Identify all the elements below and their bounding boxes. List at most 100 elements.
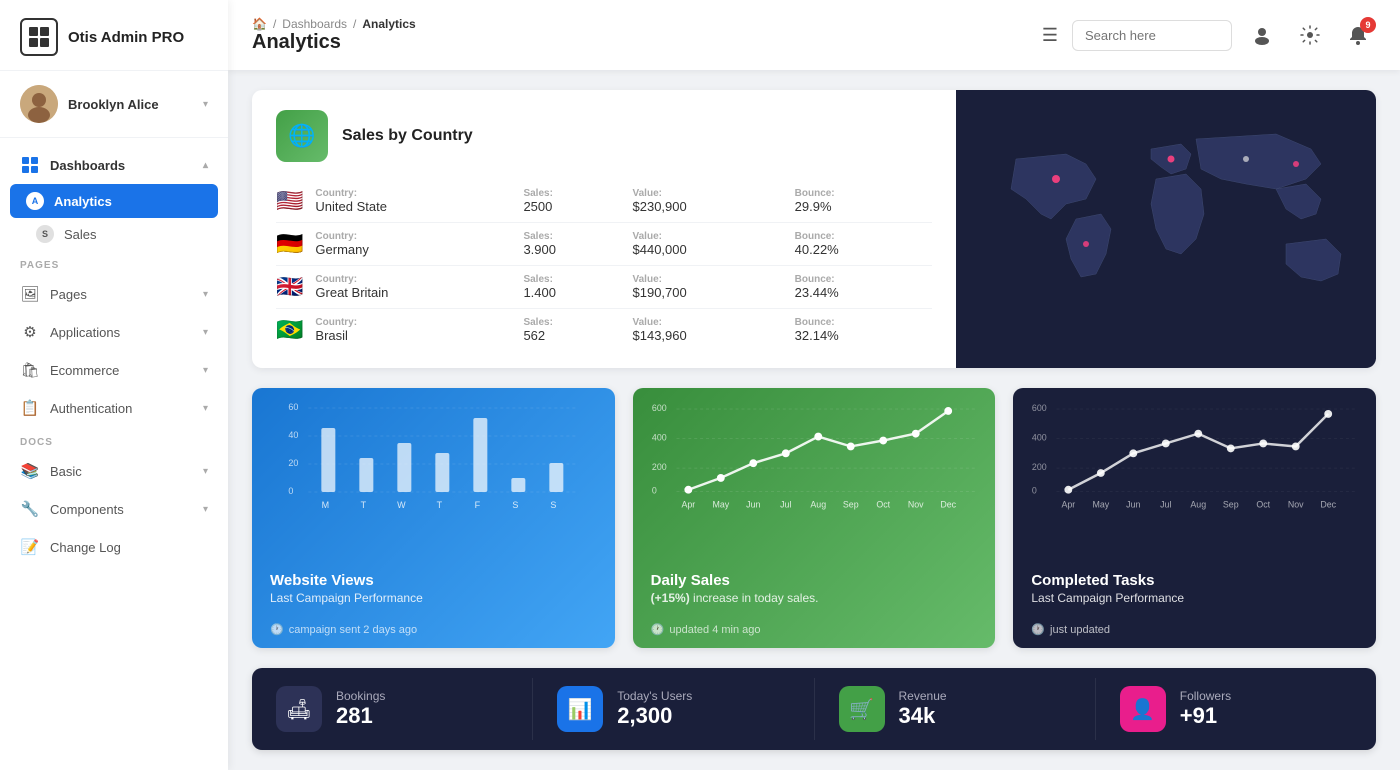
ecommerce-label: Ecommerce	[50, 363, 193, 378]
applications-label: Applications	[50, 325, 193, 340]
sidebar-item-analytics[interactable]: A Analytics	[10, 184, 218, 218]
svg-text:400: 400	[1032, 433, 1047, 443]
notification-icon-button[interactable]: 9	[1340, 17, 1376, 53]
svg-text:Nov: Nov	[1288, 499, 1304, 509]
completed-tasks-title: Completed Tasks	[1031, 572, 1358, 589]
ecommerce-icon: 🛍	[20, 360, 40, 380]
breadcrumb-sep1: /	[273, 17, 276, 31]
users-label: Today's Users	[617, 689, 692, 703]
components-icon: 🔧	[20, 499, 40, 519]
table-row: 🇬🇧 Country: Great Britain Sales: 1.400 V…	[276, 266, 932, 309]
stat-bookings: 🛋 Bookings 281	[252, 678, 533, 740]
table-row: 🇧🇷 Country: Brasil Sales: 562 Value: $14…	[276, 309, 932, 352]
sidebar-item-pages[interactable]: 🖼 Pages ▾	[0, 275, 228, 313]
sidebar-item-changelog[interactable]: 📝 Change Log	[0, 528, 228, 566]
sales-country-title: Sales by Country	[342, 127, 473, 145]
search-input[interactable]	[1072, 20, 1232, 51]
sales-label: Sales	[64, 227, 208, 242]
svg-text:20: 20	[288, 458, 298, 468]
app-logo: Otis Admin PRO	[0, 0, 228, 71]
main-content: 🏠 / Dashboards / Analytics Analytics ☰ 9	[228, 0, 1400, 770]
sales-by-country-card: 🌐 Sales by Country 🇺🇸 Country: United St…	[252, 90, 1376, 368]
stat-users: 📊 Today's Users 2,300	[533, 678, 814, 740]
svg-text:Jun: Jun	[746, 499, 760, 509]
svg-text:F: F	[475, 500, 481, 510]
sidebar-item-applications[interactable]: ⚙ Applications ▾	[0, 313, 228, 351]
svg-text:Aug: Aug	[1191, 499, 1207, 509]
sidebar-item-authentication[interactable]: 📋 Authentication ▾	[0, 389, 228, 427]
completed-tasks-chart: 600 400 200 0	[1013, 388, 1376, 558]
svg-text:0: 0	[652, 486, 657, 496]
revenue-text: Revenue 34k	[899, 689, 947, 729]
svg-text:400: 400	[652, 433, 667, 443]
svg-text:600: 600	[1032, 403, 1047, 413]
breadcrumb: 🏠 / Dashboards / Analytics	[252, 17, 1018, 31]
pages-icon: 🖼	[20, 284, 40, 304]
stats-bar: 🛋 Bookings 281 📊 Today's Users 2,300 🛒 R…	[252, 668, 1376, 750]
svg-text:S: S	[512, 500, 518, 510]
notification-badge: 9	[1360, 17, 1376, 33]
user-name: Brooklyn Alice	[68, 97, 193, 112]
applications-icon: ⚙	[20, 322, 40, 342]
revenue-icon: 🛒	[839, 686, 885, 732]
analytics-label: Analytics	[54, 194, 208, 209]
website-views-card: 60 40 20 0	[252, 388, 615, 648]
menu-icon[interactable]: ☰	[1042, 25, 1058, 46]
svg-text:Sep: Sep	[1223, 499, 1239, 509]
basic-icon: 📚	[20, 461, 40, 481]
daily-sales-footer: 🕐 updated 4 min ago	[633, 617, 996, 648]
svg-text:40: 40	[288, 430, 298, 440]
charts-row: 60 40 20 0	[252, 388, 1376, 648]
user-chevron-icon: ▾	[203, 99, 208, 110]
table-row: 🇩🇪 Country: Germany Sales: 3.900 Value: …	[276, 223, 932, 266]
sidebar-item-basic[interactable]: 📚 Basic ▾	[0, 452, 228, 490]
followers-value: +91	[1180, 703, 1231, 729]
sales-dot: S	[36, 225, 54, 243]
svg-text:0: 0	[1032, 486, 1037, 496]
breadcrumb-sep2: /	[353, 17, 356, 31]
svg-text:Nov: Nov	[908, 499, 924, 509]
svg-text:T: T	[437, 500, 443, 510]
sidebar-item-sales[interactable]: S Sales	[0, 218, 228, 250]
svg-text:Dec: Dec	[940, 499, 956, 509]
sidebar-item-components[interactable]: 🔧 Components ▾	[0, 490, 228, 528]
user-profile[interactable]: Brooklyn Alice ▾	[0, 71, 228, 138]
svg-text:W: W	[397, 500, 406, 510]
svg-text:Apr: Apr	[681, 499, 695, 509]
svg-text:Sep: Sep	[843, 499, 859, 509]
header-right: 9	[1072, 17, 1376, 53]
bookings-icon: 🛋	[276, 686, 322, 732]
authentication-label: Authentication	[50, 401, 193, 416]
card-header: 🌐 Sales by Country	[276, 110, 932, 162]
svg-text:Oct: Oct	[1257, 499, 1271, 509]
completed-tasks-info: Completed Tasks Last Campaign Performanc…	[1013, 558, 1376, 617]
svg-text:Jun: Jun	[1127, 499, 1141, 509]
website-views-subtitle: Last Campaign Performance	[270, 591, 597, 605]
country-table: 🇺🇸 Country: United State Sales: 2500 Val…	[276, 180, 932, 351]
header-title-block: 🏠 / Dashboards / Analytics Analytics	[252, 17, 1018, 54]
docs-section-label: DOCS	[0, 427, 228, 452]
users-text: Today's Users 2,300	[617, 689, 692, 729]
svg-text:Dec: Dec	[1321, 499, 1337, 509]
sidebar: Otis Admin PRO Brooklyn Alice ▾ Dash	[0, 0, 228, 770]
components-label: Components	[50, 502, 193, 517]
website-views-title: Website Views	[270, 572, 597, 589]
daily-sales-info: Daily Sales (+15%) increase in today sal…	[633, 558, 996, 617]
svg-text:T: T	[361, 500, 367, 510]
svg-text:600: 600	[652, 403, 667, 413]
sidebar-item-ecommerce[interactable]: 🛍 Ecommerce ▾	[0, 351, 228, 389]
table-row: 🇺🇸 Country: United State Sales: 2500 Val…	[276, 180, 932, 223]
components-chevron-icon: ▾	[203, 504, 208, 515]
breadcrumb-dashboards[interactable]: Dashboards	[282, 17, 347, 31]
website-views-footer: 🕐 campaign sent 2 days ago	[252, 617, 615, 648]
settings-icon-button[interactable]	[1292, 17, 1328, 53]
logo-icon	[20, 18, 58, 56]
svg-text:Jul: Jul	[1160, 499, 1171, 509]
sidebar-item-dashboards[interactable]: Dashboards ▴	[0, 146, 228, 184]
daily-sales-subtitle: (+15%) increase in today sales.	[651, 591, 978, 605]
daily-sales-title: Daily Sales	[651, 572, 978, 589]
svg-text:May: May	[1093, 499, 1110, 509]
users-value: 2,300	[617, 703, 692, 729]
user-icon-button[interactable]	[1244, 17, 1280, 53]
svg-text:Jul: Jul	[780, 499, 791, 509]
